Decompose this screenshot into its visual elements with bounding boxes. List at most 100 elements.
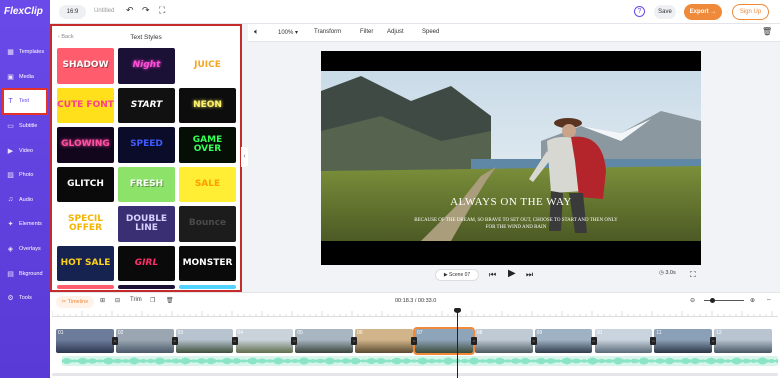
timeline-clip[interactable]: 12	[714, 329, 772, 353]
transition-icon[interactable]: ⇔	[650, 337, 657, 345]
transition-icon[interactable]: ⇔	[710, 337, 717, 345]
timeline-clip[interactable]: 07	[413, 327, 475, 355]
sidebar-item-label: Bkground	[19, 270, 43, 277]
text-style-specil-offer[interactable]: SPECIL OFFER	[57, 206, 114, 242]
duration-control[interactable]: ◷ 3.0s	[659, 270, 676, 276]
text-style-girl[interactable]: GIRL	[118, 245, 175, 281]
caption-title[interactable]: ALWAYS ON THE WAY	[321, 196, 701, 208]
help-icon[interactable]: ?	[634, 6, 645, 17]
transition-icon[interactable]: ⇔	[231, 337, 238, 345]
text-style-fresh[interactable]: FRESH	[118, 166, 175, 202]
timeline-clip[interactable]: 02	[115, 329, 174, 353]
zoom-in-icon[interactable]: ⊕	[750, 297, 755, 304]
sidebar-item-audio[interactable]: ♫ Audio	[0, 188, 50, 213]
text-style-hot-sale[interactable]: HOT SALE	[57, 245, 114, 281]
text-style-sale[interactable]: SALE	[179, 166, 236, 202]
sidebar-item-tools[interactable]: ⚙ Tools	[0, 286, 50, 311]
sidebar-item-templates[interactable]: ▦ Templates	[0, 40, 50, 65]
previous-icon[interactable]: ⏮	[489, 270, 496, 280]
text-style-partial[interactable]	[179, 285, 236, 289]
export-button[interactable]: Export →	[684, 4, 722, 20]
timeline-clip[interactable]: 06	[355, 329, 413, 353]
timeline-clip[interactable]: 05	[295, 329, 354, 353]
tab-timeline[interactable]: ✂ Timeline	[56, 296, 94, 308]
transition-icon[interactable]: ⇔	[291, 337, 298, 345]
sidebar-item-media[interactable]: ▣ Media	[0, 65, 50, 90]
text-style-monster[interactable]: MONSTER	[179, 245, 236, 281]
undo-icon[interactable]: ↶	[126, 5, 134, 16]
redo-icon[interactable]: ↷	[142, 5, 150, 16]
save-button[interactable]: Save	[654, 5, 676, 19]
transition-icon[interactable]: ⇔	[530, 337, 537, 345]
transition-icon[interactable]: ⇔	[351, 337, 358, 345]
text-style-start[interactable]: START	[118, 87, 175, 123]
transition-icon[interactable]: ⇔	[470, 337, 477, 345]
add-clip-icon[interactable]: ⊞	[100, 297, 105, 304]
text-style-cute-font[interactable]: CUTE FONT	[57, 87, 114, 123]
toolbar-adjust[interactable]: Adjust	[387, 29, 404, 35]
transition-icon[interactable]: ⇔	[411, 337, 417, 345]
sidebar-item-text[interactable]: T Text	[2, 88, 48, 115]
text-style-double-line[interactable]: DOUBLE LINE	[118, 206, 175, 242]
timeline-clip[interactable]: 03	[175, 329, 234, 353]
fullscreen-icon[interactable]: ⛶	[159, 5, 165, 16]
sidebar-item-subtitle[interactable]: ▭ Subtitle	[0, 114, 50, 139]
text-style-neon[interactable]: NEON	[179, 87, 236, 123]
text-style-night[interactable]: Night	[118, 48, 175, 84]
trash-icon[interactable]: 🗑︎	[166, 297, 174, 304]
audio-waveform[interactable]	[62, 356, 778, 366]
text-style-shadow[interactable]: SHADOW	[57, 48, 114, 84]
text-style-speed[interactable]: SPEED	[118, 127, 175, 163]
sidebar-item-video[interactable]: ▶ Video	[0, 138, 50, 163]
timeline-clip[interactable]: 08	[474, 329, 533, 353]
split-icon[interactable]: ⊟	[115, 297, 120, 304]
aspect-ratio-button[interactable]: 16:9	[59, 5, 86, 19]
collapse-panel-button[interactable]: ‹	[241, 147, 248, 167]
zoom-slider[interactable]	[704, 298, 744, 303]
sidebar-item-overlays[interactable]: ◈ Overlays	[0, 237, 50, 262]
toolbar-filter[interactable]: Filter	[360, 29, 373, 35]
video-preview[interactable]: ALWAYS ON THE WAY BECAUSE OF THE DREAM, …	[321, 51, 701, 265]
transition-icon[interactable]: ⇔	[171, 337, 178, 345]
delete-icon[interactable]: 🗑︎	[762, 27, 772, 36]
timeline-clip[interactable]: 10	[594, 329, 653, 353]
text-style-partial[interactable]	[118, 285, 175, 289]
sidebar-item-elements[interactable]: ✦ Elements	[0, 212, 50, 237]
transition-icon[interactable]: ⇔	[111, 337, 118, 345]
sidebar-item-label: Subtitle	[19, 123, 38, 130]
toolbar-speed[interactable]: Speed	[422, 29, 439, 35]
transition-icon[interactable]: ⇔	[590, 337, 597, 345]
timeline-clip[interactable]: 04	[235, 329, 294, 353]
volume-icon[interactable]: 🔈︎	[254, 27, 259, 37]
toolbar-transform[interactable]: Transform	[314, 29, 341, 35]
scene-selector[interactable]: ▶ Scene 07	[435, 269, 479, 281]
zoom-out-icon[interactable]: ⊖	[690, 297, 695, 304]
text-style-bounce[interactable]: Bounce	[179, 206, 236, 242]
overlays-icon: ◈	[7, 246, 14, 254]
timeline-clip[interactable]: 01	[56, 329, 114, 353]
text-style-glitch[interactable]: GLITCH	[57, 166, 114, 202]
next-icon[interactable]: ⏭	[526, 270, 533, 280]
text-style-partial[interactable]	[57, 285, 114, 289]
timeline-scrollbar[interactable]	[52, 373, 778, 376]
fit-timeline-icon[interactable]: ⇔	[766, 297, 772, 303]
sidebar-item-bkground[interactable]: ▤ Bkground	[0, 261, 50, 286]
duplicate-icon[interactable]: ❐	[150, 297, 155, 304]
playhead[interactable]	[457, 310, 458, 378]
zoom-select[interactable]: 100% ▾	[278, 29, 298, 36]
project-title[interactable]: Untitled	[94, 8, 114, 14]
text-style-juice[interactable]: JUICE	[179, 48, 236, 84]
timeline-clip[interactable]: 09	[534, 329, 593, 353]
text-style-game-over[interactable]: GAME OVER	[179, 127, 236, 163]
caption-subtitle[interactable]: BECAUSE OF THE DREAM, SO BRAVE TO SET OU…	[411, 217, 621, 231]
zoom-slider-handle[interactable]	[710, 298, 715, 303]
timeline-clip[interactable]: 11	[654, 329, 713, 353]
clip-number: 08	[476, 330, 483, 336]
trim-button[interactable]: Trim	[130, 297, 142, 303]
clip-number: 01	[58, 330, 64, 336]
fullscreen-preview-icon[interactable]: ⛶	[690, 270, 696, 280]
sidebar-item-photo[interactable]: ▨ Photo	[0, 163, 50, 188]
play-icon[interactable]: ▶	[508, 268, 516, 279]
text-style-glowing[interactable]: GLOWING	[57, 127, 114, 163]
signup-button[interactable]: Sign Up	[732, 4, 769, 20]
